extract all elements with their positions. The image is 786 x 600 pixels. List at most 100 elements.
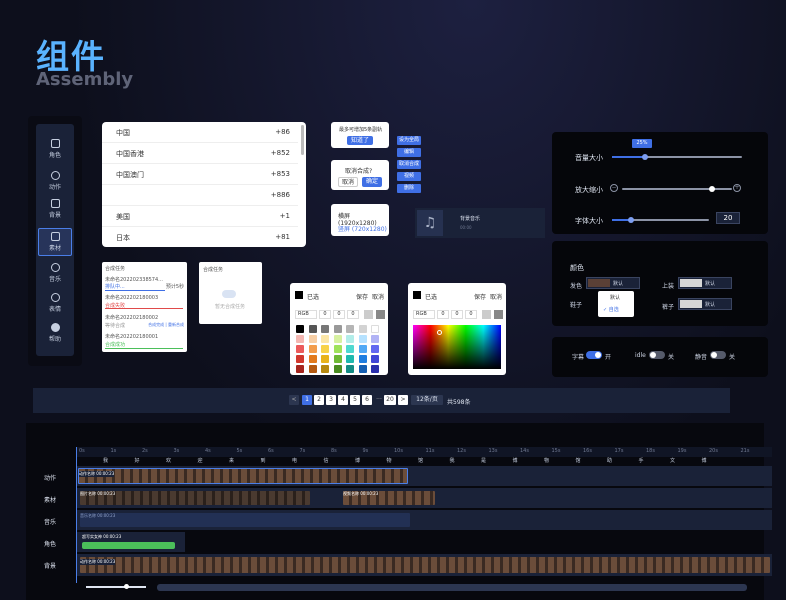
g-input[interactable]: 0 [451, 310, 463, 319]
list-item[interactable]: 中国澳门 +853 [102, 164, 298, 185]
page-button[interactable]: 20 [384, 395, 396, 405]
mode-select[interactable]: RGB [295, 310, 317, 319]
next-page-button[interactable]: > [398, 395, 408, 405]
sidebar-item-help[interactable]: 帮助 [38, 320, 72, 348]
page-button[interactable]: 3 [326, 395, 336, 405]
color-swatch[interactable] [308, 335, 317, 343]
sidebar-item-material[interactable]: 素材 [38, 228, 72, 256]
color-swatch[interactable] [308, 365, 317, 373]
recompose-link[interactable]: 合成完成 | 重新合成 [148, 322, 184, 328]
color-swatch[interactable] [333, 335, 342, 343]
set-global-menu-item[interactable]: 设为全局 [397, 136, 421, 145]
page-button[interactable]: 2 [314, 395, 324, 405]
grid-icon[interactable] [482, 310, 491, 319]
color-swatch[interactable] [346, 345, 354, 353]
spectrum-cursor[interactable] [437, 330, 442, 335]
color-swatch[interactable] [321, 345, 329, 353]
list-item[interactable]: 日本 +81 [102, 227, 298, 247]
color-swatch[interactable] [346, 335, 354, 343]
page-button[interactable]: 5 [350, 395, 360, 405]
color-swatch[interactable] [371, 325, 379, 333]
image-clip[interactable]: 图片名称 00:00:23 [80, 491, 310, 505]
color-swatch[interactable] [296, 345, 304, 353]
sidebar-item-action[interactable]: 动作 [38, 168, 72, 196]
delete-menu-item[interactable]: 删除 [397, 184, 421, 193]
page-button[interactable]: 1 [302, 395, 312, 405]
spectrum-field[interactable] [413, 325, 501, 369]
scrollbar[interactable] [301, 125, 304, 155]
color-swatch[interactable] [321, 325, 329, 333]
music-clip[interactable]: 音乐名称 00:00:23 [80, 513, 410, 527]
color-swatch[interactable] [308, 355, 317, 363]
list-item[interactable]: 中国 +86 [102, 122, 298, 143]
color-swatch[interactable] [296, 355, 304, 363]
spectrum-icon[interactable] [376, 310, 385, 319]
font-size-knob[interactable] [628, 217, 635, 223]
video-menu-item[interactable]: 视频 [397, 172, 421, 181]
subtitle-toggle[interactable] [586, 351, 602, 359]
background-clip[interactable]: 动作名称 00:00:23 [80, 557, 770, 573]
cancel-button[interactable]: 取消 [372, 292, 384, 301]
portrait-option[interactable]: 竖屏 (720x1280) [338, 224, 387, 233]
color-swatch[interactable] [308, 345, 317, 353]
timeline-scrollbar[interactable] [157, 584, 747, 591]
list-item[interactable]: 中国香港 +852 [102, 143, 298, 164]
color-swatch[interactable] [358, 335, 367, 343]
cancel-button[interactable]: 取消 [490, 292, 502, 301]
save-button[interactable]: 保存 [474, 292, 486, 301]
list-item[interactable]: 美国 +1 [102, 206, 298, 227]
cancel-compose-menu-item[interactable]: 取消合成 [397, 160, 421, 169]
color-swatch[interactable] [346, 365, 354, 373]
font-size-input[interactable]: 20 [716, 212, 740, 224]
r-input[interactable]: 0 [437, 310, 449, 319]
action-clip[interactable]: 动作名称 00:00:23 [78, 468, 408, 484]
music-card[interactable]: ♫ 背景音乐 00:00 [415, 208, 545, 238]
time-ruler[interactable]: 0s 1s 2s 3s 4s 5s 6s 7s 8s 9s 10s 11s 12s 13s 14s 15s 16… [77, 447, 772, 457]
color-swatch[interactable] [333, 365, 342, 373]
hair-color-select[interactable]: 默认 [586, 277, 640, 289]
color-swatch[interactable] [333, 355, 342, 363]
color-swatch[interactable] [358, 365, 367, 373]
color-swatch[interactable] [346, 325, 354, 333]
color-swatch[interactable] [296, 325, 304, 333]
color-swatch[interactable] [321, 335, 329, 343]
grid-icon[interactable] [364, 310, 373, 319]
sidebar-item-music[interactable]: 音乐 [38, 260, 72, 288]
timeline-zoom-slider[interactable] [86, 584, 146, 589]
page-button[interactable]: 4 [338, 395, 348, 405]
mode-select[interactable]: RGB [413, 310, 435, 319]
color-swatch[interactable] [371, 345, 379, 353]
r-input[interactable]: 0 [319, 310, 331, 319]
edit-menu-item[interactable]: 编辑 [397, 148, 421, 157]
pants-color-select[interactable]: 默认 [678, 298, 732, 310]
sidebar-item-role[interactable]: 角色 [38, 136, 72, 164]
color-swatch[interactable] [321, 365, 329, 373]
volume-knob[interactable] [641, 154, 648, 160]
role-clip[interactable] [82, 542, 175, 549]
color-swatch[interactable] [371, 335, 379, 343]
idle-toggle[interactable] [649, 351, 665, 359]
sidebar-item-background[interactable]: 背景 [38, 196, 72, 224]
dropdown-option-custom[interactable]: ✓ 自选 [603, 306, 619, 313]
per-page-select[interactable]: 12条/页 [411, 395, 443, 405]
got-it-button[interactable]: 知道了 [347, 136, 373, 145]
cancel-button[interactable]: 取消 [338, 177, 358, 187]
b-input[interactable]: 0 [347, 310, 359, 319]
color-swatch[interactable] [358, 325, 367, 333]
g-input[interactable]: 0 [333, 310, 345, 319]
video-clip[interactable]: 视频名称 00:00:23 [343, 491, 435, 505]
color-swatch[interactable] [346, 355, 354, 363]
color-swatch[interactable] [308, 325, 317, 333]
zoom-out-icon[interactable]: − [610, 184, 618, 192]
top-color-select[interactable]: 默认 [678, 277, 732, 289]
zoom-knob[interactable] [709, 186, 716, 192]
prev-page-button[interactable]: < [289, 395, 299, 405]
color-swatch[interactable] [371, 355, 379, 363]
save-button[interactable]: 保存 [356, 292, 368, 301]
color-swatch[interactable] [358, 345, 367, 353]
spectrum-icon[interactable] [494, 310, 503, 319]
dropdown-option-default[interactable]: 默认 [610, 294, 620, 301]
color-swatch[interactable] [321, 355, 329, 363]
list-item[interactable]: +886 [102, 185, 298, 206]
color-swatch[interactable] [371, 365, 379, 373]
